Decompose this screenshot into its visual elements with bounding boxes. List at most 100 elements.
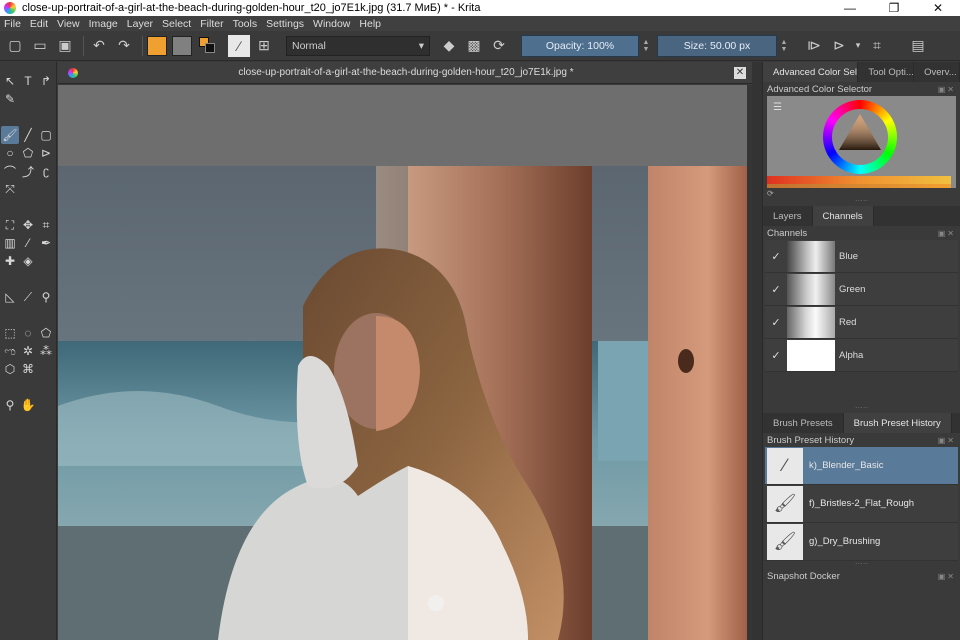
rect-select-icon[interactable]: ⬚	[1, 324, 19, 342]
fill-tool-icon[interactable]: ◈	[19, 252, 37, 270]
menu-filter[interactable]: Filter	[200, 18, 223, 30]
list-item[interactable]: ∕ k)_Blender_Basic	[765, 447, 958, 485]
menu-tools[interactable]: Tools	[233, 18, 258, 30]
tab-overview[interactable]: Overv...	[914, 62, 960, 82]
select-shapes-icon[interactable]: ↖	[1, 72, 19, 90]
close-window-button[interactable]: ✕	[916, 0, 960, 16]
contiguous-select-icon[interactable]: ✲	[19, 342, 37, 360]
refresh-icon[interactable]: ⟳	[767, 189, 774, 198]
color-selector-area[interactable]: ☰	[767, 96, 956, 188]
bezier-select-icon[interactable]: ⬡	[1, 360, 19, 378]
gradient-swatch[interactable]	[147, 35, 167, 56]
similar-select-icon[interactable]: ⁂	[37, 342, 55, 360]
reference-tool-icon[interactable]: ⚲	[37, 288, 55, 306]
polygon-select-icon[interactable]: ⬠	[37, 324, 55, 342]
color-picker-icon[interactable]: ⁄	[19, 234, 37, 252]
new-document-icon[interactable]: ▢	[4, 35, 26, 57]
color-selector-settings-icon[interactable]: ☰	[773, 102, 782, 113]
opacity-spinner[interactable]: ▲ ▼	[641, 35, 651, 57]
dynamic-brush-icon[interactable]: ʗ	[37, 162, 55, 180]
tab-brush-presets[interactable]: Brush Presets	[763, 413, 844, 433]
redo-icon[interactable]: ↷	[113, 35, 135, 57]
channel-visibility-checkbox[interactable]: ✓	[765, 349, 787, 362]
menu-select[interactable]: Select	[162, 18, 191, 30]
canvas-image[interactable]	[58, 166, 747, 640]
docker-splitter[interactable]	[752, 62, 762, 640]
list-item[interactable]: ✓ Alpha	[765, 339, 958, 372]
gradient-tool-icon[interactable]: ▥	[1, 234, 19, 252]
pattern-swatch[interactable]	[172, 35, 192, 56]
hue-ring[interactable]	[823, 100, 897, 174]
eraser-mode-icon[interactable]: ◆	[438, 35, 460, 57]
chevron-down-icon[interactable]: ▾	[853, 35, 863, 57]
menu-settings[interactable]: Settings	[266, 18, 304, 30]
canvas-only-icon[interactable]: ▤	[907, 35, 929, 57]
list-item[interactable]: ✓ Red	[765, 306, 958, 339]
rectangle-tool-icon[interactable]: ▢	[37, 126, 55, 144]
tab-brush-preset-history[interactable]: Brush Preset History	[843, 413, 952, 433]
crop-icon[interactable]: ⌗	[866, 35, 888, 57]
docker-grip[interactable]: ·····	[763, 197, 960, 206]
menu-layer[interactable]: Layer	[127, 18, 153, 30]
list-item[interactable]: ✓ Blue	[765, 240, 958, 273]
maximize-button[interactable]: ❐	[872, 0, 916, 16]
menu-image[interactable]: Image	[89, 18, 118, 30]
tab-advanced-color-selector[interactable]: Advanced Color Sele...	[763, 62, 859, 82]
docker-controls-icon[interactable]: ▣✕	[938, 229, 956, 238]
tab-layers[interactable]: Layers	[763, 206, 813, 226]
open-document-icon[interactable]: ▭	[29, 35, 51, 57]
bezier-tool-icon[interactable]: ⌒	[1, 162, 19, 180]
tab-tool-options[interactable]: Tool Opti...	[858, 62, 915, 82]
assistant-tool-icon[interactable]: ◺	[1, 288, 19, 306]
fg-bg-color-icon[interactable]	[197, 35, 219, 57]
zoom-tool-icon[interactable]: ⚲	[1, 396, 19, 414]
reload-preset-icon[interactable]: ⟳	[488, 35, 510, 57]
hue-slider[interactable]	[767, 176, 951, 184]
freehand-select-icon[interactable]: ಌ	[1, 342, 19, 360]
colorize-mask-icon[interactable]: ✒	[37, 234, 55, 252]
mirror-horizontal-icon[interactable]: ⧐	[803, 35, 825, 57]
freehand-brush-icon[interactable]: 🖌	[1, 126, 19, 144]
menu-help[interactable]: Help	[359, 18, 381, 30]
save-document-icon[interactable]: ▣	[54, 35, 76, 57]
list-item[interactable]: ✓ Green	[765, 273, 958, 306]
ellipse-select-icon[interactable]: ◌	[19, 324, 37, 342]
minimize-button[interactable]: —	[828, 0, 872, 16]
size-spinner[interactable]: ▲ ▼	[779, 35, 789, 57]
document-tab[interactable]: close-up-portrait-of-a-girl-at-the-beach…	[58, 62, 752, 84]
size-slider[interactable]: Size: 50.00 px	[657, 34, 777, 57]
magnetic-select-icon[interactable]: ⌘	[19, 360, 37, 378]
brush-preset-icon[interactable]: ∕	[228, 34, 250, 57]
multibrush-icon[interactable]: ⤧	[1, 180, 19, 198]
edit-shapes-icon[interactable]: ↱	[37, 72, 55, 90]
undo-icon[interactable]: ↶	[88, 35, 110, 57]
blend-mode-dropdown[interactable]: Normal ▾	[286, 35, 430, 56]
docker-controls-icon[interactable]: ▣✕	[938, 436, 956, 445]
docker-grip[interactable]: ·····	[763, 560, 960, 569]
line-tool-icon[interactable]: ╱	[19, 126, 37, 144]
pan-tool-icon[interactable]: ✋	[19, 396, 37, 414]
list-item[interactable]: 🖌 f)_Bristles-2_Flat_Rough	[765, 485, 958, 523]
menu-view[interactable]: View	[57, 18, 80, 30]
menu-file[interactable]: File	[4, 18, 21, 30]
calligraphy-icon[interactable]: ✎	[1, 90, 19, 108]
text-tool-icon[interactable]: T	[19, 72, 37, 90]
measure-tool-icon[interactable]: ⟋	[19, 288, 37, 306]
close-document-icon[interactable]: ✕	[734, 66, 746, 79]
docker-grip[interactable]: ·····	[763, 404, 960, 413]
polyline-tool-icon[interactable]: ⊳	[37, 144, 55, 162]
ellipse-tool-icon[interactable]: ○	[1, 144, 19, 162]
transform-tool-icon[interactable]: ⛶	[1, 216, 19, 234]
channel-visibility-checkbox[interactable]: ✓	[765, 316, 787, 329]
menu-edit[interactable]: Edit	[30, 18, 48, 30]
menu-window[interactable]: Window	[313, 18, 350, 30]
crop-tool-icon[interactable]: ⌗	[37, 216, 55, 234]
channel-visibility-checkbox[interactable]: ✓	[765, 250, 787, 263]
freehand-path-icon[interactable]: ⤴	[19, 162, 37, 180]
polygon-tool-icon[interactable]: ⬠	[19, 144, 37, 162]
brush-editor-grid-icon[interactable]: ⊞	[253, 35, 275, 57]
docker-controls-icon[interactable]: ▣✕	[938, 572, 956, 581]
preserve-alpha-icon[interactable]: ▩	[463, 35, 485, 57]
smart-patch-icon[interactable]: ✚	[1, 252, 19, 270]
channel-visibility-checkbox[interactable]: ✓	[765, 283, 787, 296]
